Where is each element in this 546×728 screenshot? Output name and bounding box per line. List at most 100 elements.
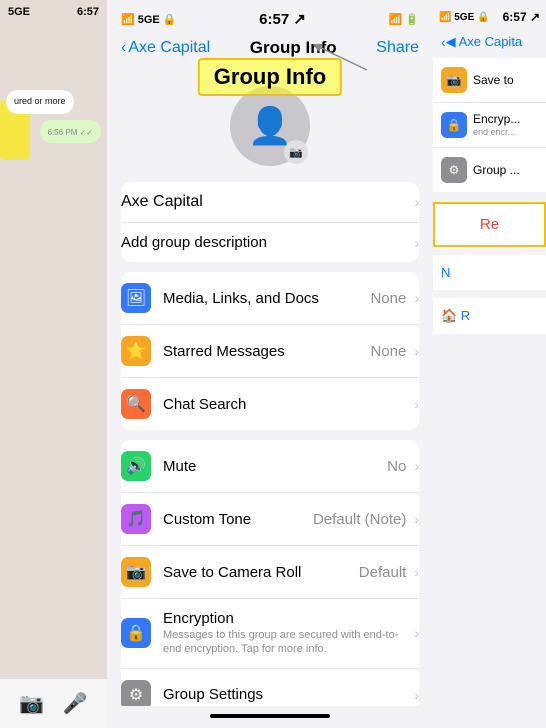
chat-search-row[interactable]: 🔍 Chat Search ›	[121, 378, 419, 430]
search-glyph: 🔍	[126, 394, 146, 414]
group-name-card: Axe Capital › Add group description ›	[121, 182, 419, 262]
media-links-docs-row[interactable]: 🖼 Media, Links, and Docs None ›	[121, 272, 419, 325]
group-settings-right: ›	[414, 687, 419, 703]
right-bottom-item-1[interactable]: N	[433, 255, 546, 290]
group-avatar[interactable]: 👤 📷	[230, 86, 310, 166]
camera-roll-content: Save to Camera Roll	[163, 564, 359, 581]
mute-right: No ›	[387, 458, 419, 475]
left-time: 6:57	[77, 6, 99, 18]
right-encryption-row[interactable]: 🔒 Encryp... end encr...	[433, 103, 546, 148]
bubble-received: ured or more	[6, 90, 74, 114]
name-chevron-icon: ›	[414, 194, 419, 210]
custom-tone-row[interactable]: 🎵 Custom Tone Default (Note) ›	[121, 493, 419, 546]
right-camera-row[interactable]: 📷 Save to	[433, 58, 546, 103]
tone-icon: 🎵	[121, 504, 151, 534]
navigation-bar: ‹ Axe Capital Group Info Share	[107, 34, 433, 66]
right-camera-label: Save to	[473, 73, 514, 87]
mute-chevron-icon: ›	[414, 458, 419, 474]
right-bottom-label-2: 🏠 R	[441, 308, 470, 324]
group-name-row[interactable]: Axe Capital ›	[121, 182, 419, 223]
starred-chevron-icon: ›	[414, 343, 419, 359]
add-description-row[interactable]: Add group description ›	[121, 223, 419, 262]
camera-icon[interactable]: 📷	[19, 691, 44, 716]
tone-value: Default (Note)	[313, 511, 406, 528]
right-lock-glyph: 🔒	[447, 118, 462, 132]
right-encryption-label: Encryp...	[473, 112, 520, 126]
group-settings-chevron-icon: ›	[414, 687, 419, 703]
starred-messages-row[interactable]: ⭐ Starred Messages None ›	[121, 325, 419, 378]
camera-badge[interactable]: 📷	[284, 140, 308, 164]
right-camera-icon: 📷	[441, 67, 467, 93]
right-group-settings-label: Group ...	[473, 163, 520, 177]
right-signal: 📶 5GE 🔒	[439, 12, 489, 23]
back-button[interactable]: ‹ Axe Capital	[121, 39, 210, 57]
right-encryption-content: Encryp... end encr...	[473, 112, 520, 137]
search-label: Chat Search	[163, 396, 414, 413]
search-icon: 🔍	[121, 389, 151, 419]
group-settings-icon: ⚙	[121, 680, 151, 706]
media-card: 🖼 Media, Links, and Docs None › ⭐	[121, 272, 419, 430]
right-group-settings-content: Group ...	[473, 163, 520, 177]
mute-value: No	[387, 458, 406, 475]
settings-section-2: 🔊 Mute No › 🎵 Custom To	[107, 440, 433, 706]
media-glyph: 🖼	[126, 288, 146, 308]
camera-roll-chevron-icon: ›	[414, 564, 419, 580]
starred-label: Starred Messages	[163, 343, 370, 360]
right-nav[interactable]: ‹ ◀ Axe Capita	[433, 30, 546, 58]
home-indicator	[210, 714, 330, 718]
mic-icon[interactable]: 🎤	[63, 691, 88, 716]
encryption-sublabel: Messages to this group are secured with …	[163, 628, 414, 657]
starred-content: Starred Messages	[163, 343, 370, 360]
home-bar	[107, 706, 433, 728]
camera-roll-value: Default	[359, 564, 407, 581]
media-right: None ›	[370, 290, 419, 307]
group-name-section: Axe Capital › Add group description ›	[107, 182, 433, 262]
add-description-text: Add group description	[121, 234, 267, 251]
encryption-right: ›	[414, 625, 419, 641]
tone-right: Default (Note) ›	[313, 511, 419, 528]
encryption-icon: 🔒	[121, 618, 151, 648]
right-encryption-icon: 🔒	[441, 112, 467, 138]
gear-glyph: ⚙	[129, 685, 143, 705]
red-action-box[interactable]: Re	[433, 202, 546, 247]
right-bottom-label-1: N	[441, 265, 450, 280]
signal-indicator: 📶 5GE 🔒	[121, 13, 177, 26]
camera-roll-glyph: 📷	[126, 562, 146, 582]
group-header: 👤 📷	[107, 66, 433, 182]
tone-label: Custom Tone	[163, 511, 313, 528]
music-glyph: 🎵	[126, 509, 146, 529]
battery-indicator: 📶 🔋	[389, 13, 419, 26]
right-camera-glyph: 📷	[447, 73, 462, 87]
encryption-content: Encryption Messages to this group are se…	[163, 610, 414, 657]
right-encryption-sublabel: end encr...	[473, 127, 520, 138]
time-display: 6:57 ↗	[259, 10, 306, 28]
group-settings-label: Group Settings	[163, 686, 414, 703]
nav-title: Group Info	[250, 38, 337, 58]
left-bottom-bar: 📷 🎤	[0, 678, 107, 728]
camera-roll-row[interactable]: 📷 Save to Camera Roll Default ›	[121, 546, 419, 599]
desc-chevron-icon: ›	[414, 235, 419, 251]
mute-row[interactable]: 🔊 Mute No ›	[121, 440, 419, 493]
right-bottom-item-2[interactable]: 🏠 R	[433, 298, 546, 334]
right-settings-section: 📷 Save to 🔒 Encryp... end encr... ⚙ Grou…	[433, 58, 546, 192]
media-label: Media, Links, and Docs	[163, 290, 370, 307]
group-settings-row[interactable]: ⚙ Group Settings ›	[121, 669, 419, 706]
media-content: Media, Links, and Docs	[163, 290, 370, 307]
avatar-person-icon: 👤	[248, 105, 293, 147]
mute-label: Mute	[163, 458, 387, 475]
scrollable-content[interactable]: 👤 📷 Axe Capital › Add group description …	[107, 66, 433, 706]
lock-glyph: 🔒	[126, 623, 146, 643]
red-action-label: Re	[480, 216, 499, 233]
encryption-chevron-icon: ›	[414, 625, 419, 641]
encryption-row[interactable]: 🔒 Encryption Messages to this group are …	[121, 599, 419, 669]
camera-roll-right: Default ›	[359, 564, 419, 581]
right-camera-content: Save to	[473, 73, 514, 87]
group-settings-content: Group Settings	[163, 686, 414, 703]
status-bar: 📶 5GE 🔒 6:57 ↗ 📶 🔋	[107, 0, 433, 34]
right-group-settings-row[interactable]: ⚙ Group ...	[433, 148, 546, 192]
right-panel: 📶 5GE 🔒 6:57 ↗ ‹ ◀ Axe Capita 📷 Save to …	[433, 0, 546, 728]
left-chat-panel: 5GE 6:57 ured or more 6:56 PM ✓✓ 📷 🎤	[0, 0, 107, 728]
share-button[interactable]: Share	[376, 39, 419, 57]
mute-icon: 🔊	[121, 451, 151, 481]
search-chevron-icon: ›	[414, 396, 419, 412]
